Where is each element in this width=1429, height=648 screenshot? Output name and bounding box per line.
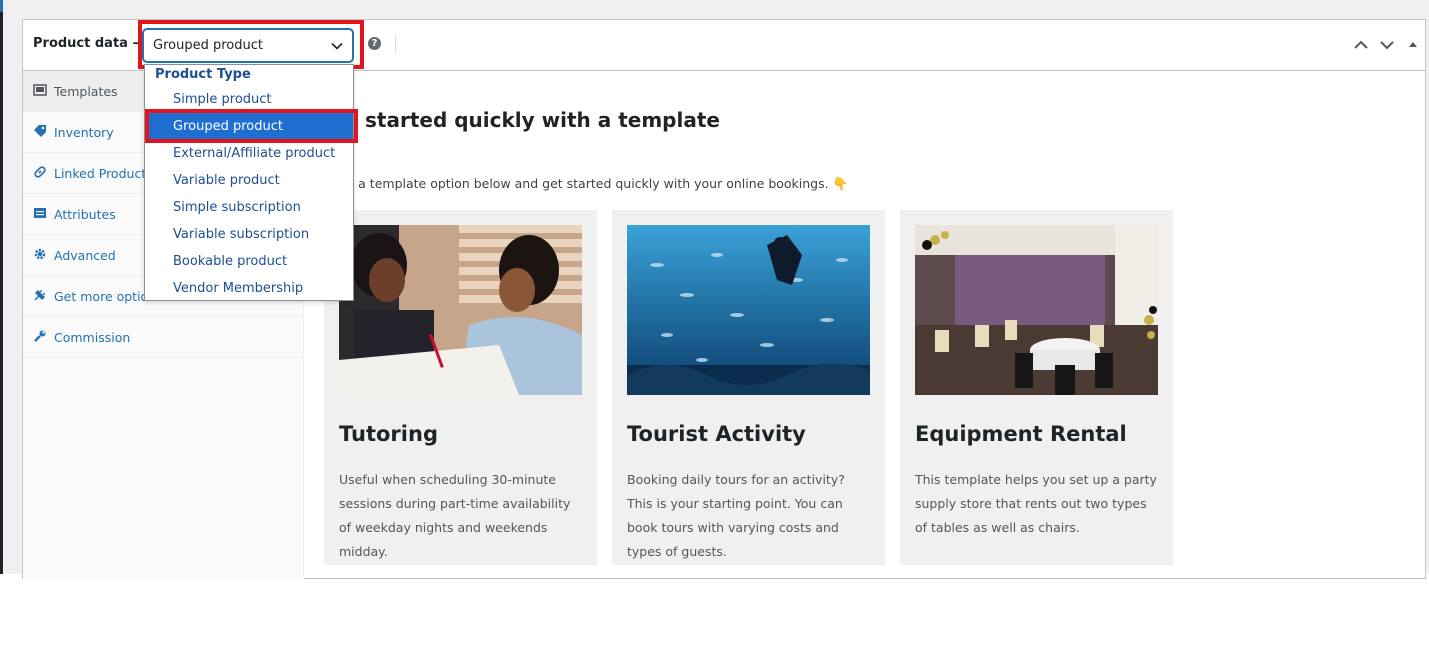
tag-icon [34,125,46,137]
tab-label: Attributes [54,207,116,222]
card-description: This template helps you set up a party s… [915,472,1157,535]
option-bookable-product[interactable]: Bookable product [145,248,353,275]
collapse-toggle-icon[interactable] [1404,36,1422,54]
tutoring-image [339,225,582,395]
option-variable-product[interactable]: Variable product [145,167,353,194]
product-type-dropdown: Product Type Simple product Grouped prod… [144,64,354,301]
chevron-up-icon[interactable] [1352,36,1370,54]
tab-label: Templates [54,84,118,99]
templates-heading: started quickly with a template [365,108,720,132]
admin-sidebar-edge [0,0,3,574]
template-card-tourist-activity[interactable]: Tourist Activity Booking daily tours for… [612,210,885,565]
templates-description: se a template option below and get start… [340,176,849,191]
option-grouped-product[interactable]: Grouped product [145,113,353,140]
wrench-icon [34,330,46,342]
equipment-rental-image [915,225,1158,395]
tab-label: Advanced [54,248,116,263]
tab-label: Inventory [54,125,114,140]
template-icon [33,84,47,96]
plugin-icon [34,290,45,301]
gear-icon [34,248,46,260]
chevron-down-icon[interactable] [1378,36,1396,54]
option-simple-product[interactable]: Simple product [145,86,353,113]
admin-sidebar-accent [0,0,3,12]
tab-label: Commission [54,330,131,345]
product-data-title: Product data — [33,36,146,51]
option-vendor-membership[interactable]: Vendor Membership [145,275,353,302]
card-description: Booking daily tours for an activity? Thi… [627,472,845,559]
link-icon [34,166,46,178]
card-title: Tutoring [339,422,438,446]
option-external-affiliate-product[interactable]: External/Affiliate product [145,140,353,167]
tourist-activity-image [627,225,870,395]
tab-label: Linked Products [54,166,153,181]
tab-commission[interactable]: Commission [23,317,304,358]
card-description: Useful when scheduling 30-minute session… [339,472,571,559]
card-title: Equipment Rental [915,422,1127,446]
template-card-equipment-rental[interactable]: Equipment Rental This template helps you… [900,210,1173,565]
option-simple-subscription[interactable]: Simple subscription [145,194,353,221]
list-icon [34,208,46,218]
option-variable-subscription[interactable]: Variable subscription [145,221,353,248]
card-title: Tourist Activity [627,422,806,446]
header-divider [395,36,396,52]
help-icon[interactable]: ? [368,37,381,50]
template-card-tutoring[interactable]: Tutoring Useful when scheduling 30-minut… [324,210,597,565]
dropdown-group-label: Product Type [155,67,251,82]
select-highlight-annotation [138,20,364,69]
